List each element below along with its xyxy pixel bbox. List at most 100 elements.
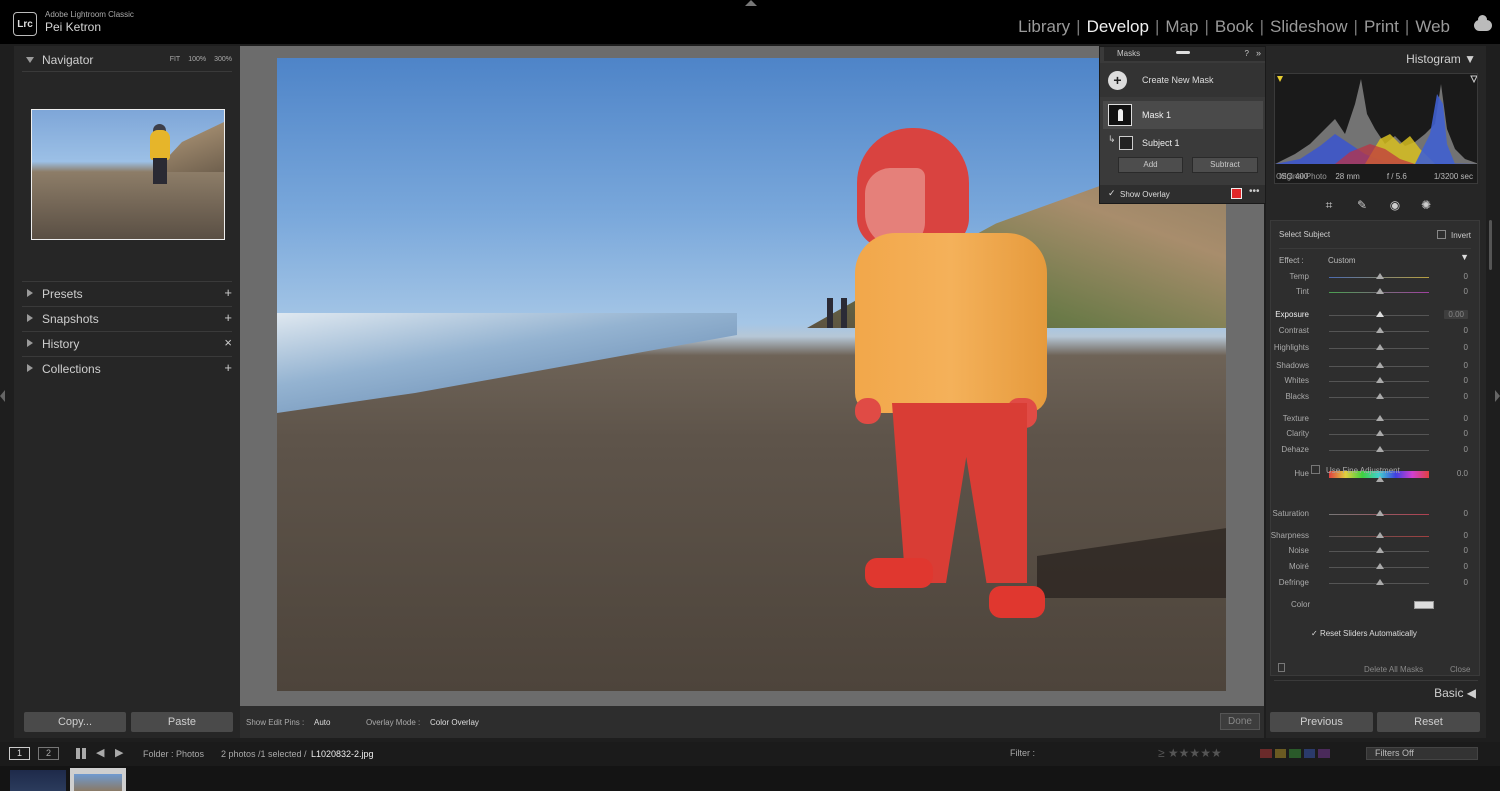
slider-knob[interactable]: [1376, 377, 1384, 383]
back-arrow-icon[interactable]: ◀: [96, 746, 104, 759]
blue-label-icon[interactable]: [1303, 749, 1316, 758]
histogram[interactable]: ISO 400 28 mm f / 5.6 1/3200 sec: [1274, 73, 1478, 184]
slider-knob[interactable]: [1376, 327, 1384, 333]
history-header[interactable]: History ×: [14, 332, 240, 356]
slider-value[interactable]: 0: [1464, 272, 1468, 281]
module-library[interactable]: Library: [1018, 17, 1070, 37]
collections-header[interactable]: Collections +: [14, 357, 240, 381]
main-window-button[interactable]: 1: [9, 747, 30, 760]
mask-component-item[interactable]: ↳ Subject 1: [1103, 133, 1263, 153]
yellow-label-icon[interactable]: [1274, 749, 1287, 758]
folder-source[interactable]: Folder : Photos: [143, 749, 204, 759]
slider-knob[interactable]: [1376, 311, 1384, 317]
masks-title-bar[interactable]: Masks ? »: [1104, 47, 1265, 61]
toggle-panel-icon[interactable]: [1278, 663, 1285, 672]
zoom-300[interactable]: 300%: [214, 56, 232, 63]
slider-value[interactable]: 0: [1464, 531, 1468, 540]
right-panel-scrollbar[interactable]: [1489, 220, 1492, 270]
slider-knob[interactable]: [1376, 288, 1384, 294]
collapse-chevron-icon[interactable]: »: [1256, 48, 1261, 58]
slider-sharpness[interactable]: Sharpness 0: [1271, 529, 1479, 543]
module-develop[interactable]: Develop: [1087, 17, 1149, 37]
slider-value[interactable]: 0.00: [1444, 310, 1468, 319]
slider-blacks[interactable]: Blacks 0: [1271, 390, 1479, 404]
add-preset-icon[interactable]: +: [224, 285, 232, 300]
slider-knob[interactable]: [1376, 547, 1384, 553]
slider-highlights[interactable]: Highlights 0: [1271, 341, 1479, 355]
slider-knob[interactable]: [1376, 393, 1384, 399]
navigator-header[interactable]: Navigator FIT 100% 300%: [14, 48, 240, 72]
slider-noise[interactable]: Noise 0: [1271, 544, 1479, 558]
more-options-icon[interactable]: •••: [1249, 186, 1260, 197]
slider-moire[interactable]: Moiré 0: [1271, 560, 1479, 574]
left-panel-toggle-icon[interactable]: [0, 390, 5, 402]
show-edit-pins-select[interactable]: Auto: [314, 718, 330, 727]
slider-tint[interactable]: Tint 0: [1271, 285, 1479, 299]
copy-button[interactable]: Copy...: [24, 712, 126, 732]
slider-knob[interactable]: [1376, 362, 1384, 368]
healing-icon[interactable]: ✎: [1355, 198, 1369, 212]
color-label-filter[interactable]: [1260, 749, 1330, 758]
collapse-effect-icon[interactable]: ▼: [1460, 252, 1469, 262]
clear-history-icon[interactable]: ×: [224, 335, 232, 350]
module-web[interactable]: Web: [1415, 17, 1450, 37]
red-label-icon[interactable]: [1260, 749, 1272, 758]
paste-button[interactable]: Paste: [131, 712, 233, 732]
slider-value[interactable]: 0: [1464, 287, 1468, 296]
add-snapshot-icon[interactable]: +: [224, 310, 232, 325]
show-overlay-checkbox[interactable]: ✓: [1108, 188, 1116, 199]
forward-arrow-icon[interactable]: ▶: [115, 746, 123, 759]
film-thumbnail-selected[interactable]: [70, 768, 126, 791]
plus-icon[interactable]: +: [1108, 71, 1127, 90]
slider-value[interactable]: 0: [1464, 376, 1468, 385]
effect-preset-select[interactable]: Custom: [1328, 256, 1356, 265]
drag-handle-icon[interactable]: [1176, 51, 1190, 54]
slider-knob[interactable]: [1376, 273, 1384, 279]
slider-value[interactable]: 0: [1464, 562, 1468, 571]
slider-contrast[interactable]: Contrast 0: [1271, 324, 1479, 338]
slider-value[interactable]: 0: [1464, 578, 1468, 587]
slider-shadows[interactable]: Shadows 0: [1271, 359, 1479, 373]
slider-whites[interactable]: Whites 0: [1271, 374, 1479, 388]
add-mask-button[interactable]: Add: [1118, 157, 1183, 173]
histogram-title[interactable]: Histogram ▼: [1406, 52, 1476, 66]
slider-value[interactable]: 0: [1464, 414, 1468, 423]
slider-knob[interactable]: [1376, 532, 1384, 538]
red-eye-icon[interactable]: ◉: [1388, 198, 1402, 212]
navigator-preview[interactable]: [31, 109, 225, 240]
slider-knob[interactable]: [1376, 563, 1384, 569]
zoom-fit[interactable]: FIT: [170, 56, 181, 63]
grid-view-icon[interactable]: [76, 748, 87, 759]
collapse-top-arrow-icon[interactable]: [745, 0, 757, 6]
photo-preview[interactable]: [277, 58, 1226, 691]
slider-clarity[interactable]: Clarity 0: [1271, 427, 1479, 441]
add-collection-icon[interactable]: +: [224, 360, 232, 375]
reset-button[interactable]: Reset: [1377, 712, 1480, 732]
slider-value[interactable]: 0: [1464, 445, 1468, 454]
slider-value[interactable]: 0: [1464, 509, 1468, 518]
slider-dehaze[interactable]: Dehaze 0: [1271, 443, 1479, 457]
previous-button[interactable]: Previous: [1270, 712, 1373, 732]
module-map[interactable]: Map: [1165, 17, 1198, 37]
slider-defringe[interactable]: Defringe 0: [1271, 576, 1479, 590]
module-slideshow[interactable]: Slideshow: [1270, 17, 1348, 37]
module-print[interactable]: Print: [1364, 17, 1399, 37]
crop-icon[interactable]: ⌗: [1322, 198, 1336, 212]
slider-knob[interactable]: [1376, 446, 1384, 452]
selected-filename[interactable]: L1020832-2.jpg: [311, 749, 374, 759]
green-label-icon[interactable]: [1289, 749, 1301, 758]
film-thumbnail[interactable]: [10, 770, 66, 791]
rating-filter-stars[interactable]: ≥ ★★★★★: [1158, 746, 1222, 760]
slider-value[interactable]: 0: [1464, 326, 1468, 335]
color-swatch-picker[interactable]: [1414, 601, 1434, 609]
slider-value[interactable]: 0: [1464, 429, 1468, 438]
overlay-mode-select[interactable]: Color Overlay: [430, 718, 479, 727]
invert-checkbox[interactable]: Invert: [1437, 230, 1471, 240]
done-button[interactable]: Done: [1220, 713, 1260, 730]
basic-panel-header[interactable]: Basic ◀: [1434, 686, 1476, 700]
module-book[interactable]: Book: [1215, 17, 1254, 37]
slider-value[interactable]: 0: [1464, 392, 1468, 401]
slider-exposure[interactable]: Exposure 0.00: [1271, 308, 1479, 322]
overlay-color-swatch[interactable]: [1231, 188, 1242, 199]
secondary-window-button[interactable]: 2: [38, 747, 59, 760]
